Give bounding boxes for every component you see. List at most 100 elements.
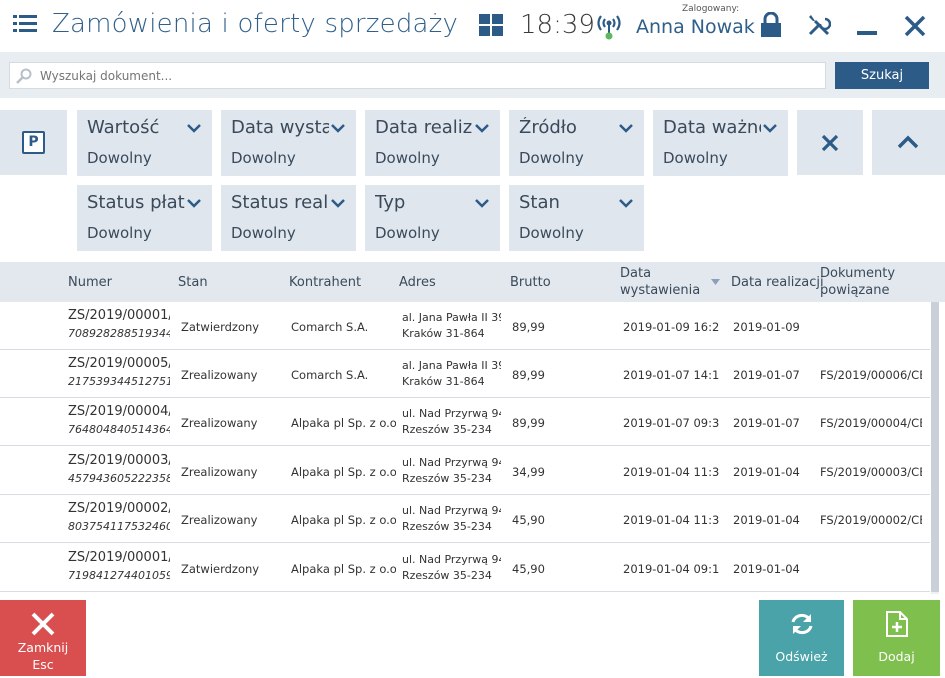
table-row[interactable]: ZS/2019/00001/CB_BMM 7089282885193447411… <box>0 302 930 350</box>
cell-numer: ZS/2019/00003/CB_BMM <box>68 453 170 468</box>
cell-stan: Zrealizowany <box>181 513 258 527</box>
chevron-down-icon <box>475 124 489 133</box>
chevron-down-icon <box>763 124 777 133</box>
cell-stan: Zrealizowany <box>181 416 258 430</box>
add-button[interactable]: Dodaj <box>853 600 940 676</box>
column-header-kontrahent[interactable]: Kontrahent <box>289 274 361 291</box>
filter-value: Dowolny <box>519 149 584 167</box>
add-document-icon <box>886 611 908 637</box>
filter-label: Stan <box>519 192 560 213</box>
column-header-line: wystawienia <box>620 283 701 298</box>
cell-kod: 2175393445127510711 <box>68 375 170 388</box>
search-button[interactable]: Szukaj <box>835 62 929 89</box>
cell-kontrahent: Alpaka pl Sp. z o.o. <box>291 465 396 479</box>
filter-wartosc[interactable]: Wartość Dowolny <box>77 110 212 176</box>
table-row[interactable]: ZS/2019/00002/CB_BMM 8037541175324609311… <box>0 495 930 543</box>
close-icon <box>821 134 839 152</box>
cell-data-wystawienia: 2019-01-04 11:30:15 <box>623 513 720 527</box>
lock-icon[interactable] <box>760 12 782 38</box>
cell-brutto: 45,90 <box>512 513 545 527</box>
cell-dokumenty: FS/2019/00006/CB_BMM <box>820 368 922 382</box>
cell-kontrahent: Alpaka pl Sp. z o.o. <box>291 513 396 527</box>
add-button-label: Dodaj <box>878 649 915 664</box>
column-header-dokumenty[interactable]: Dokumenty powiązane <box>820 265 895 299</box>
filter-zrodlo[interactable]: Źródło Dowolny <box>509 110 644 176</box>
filter-label: Wartość <box>87 117 160 138</box>
filter-value: Dowolny <box>231 149 296 167</box>
close-app-icon[interactable] <box>904 15 926 37</box>
filter-label: Data ważności <box>663 117 761 138</box>
filter-typ[interactable]: Typ Dowolny <box>365 185 500 251</box>
user-name: Anna Nowak <box>636 16 755 38</box>
refresh-button-label: Odśwież <box>775 649 828 664</box>
search-input[interactable] <box>9 62 826 89</box>
parking-icon: P <box>22 131 45 154</box>
cell-numer: ZS/2019/00002/CB_BMM <box>68 501 170 516</box>
filter-value: Dowolny <box>663 149 728 167</box>
tools-icon[interactable] <box>807 13 831 37</box>
parking-button[interactable]: P <box>0 110 67 175</box>
chevron-down-icon <box>331 199 345 208</box>
cell-stan: Zatwierdzony <box>181 320 260 334</box>
close-icon <box>31 612 55 636</box>
cell-numer: ZS/2019/00001/CB_BMM <box>68 550 170 565</box>
table-row[interactable]: ZS/2019/00003/CB_BMM 4579436052223580511… <box>0 447 930 495</box>
filter-data-waznosci[interactable]: Data ważności Dowolny <box>653 110 788 176</box>
column-header-line: powiązane <box>820 283 890 298</box>
column-header-stan[interactable]: Stan <box>178 274 208 291</box>
cell-adres-line2: Rzeszów 35-234 <box>402 423 492 436</box>
refresh-button[interactable]: Odśwież <box>759 600 844 676</box>
cell-kod: 7648048405143645611 <box>68 423 170 436</box>
cell-kontrahent: Comarch S.A. <box>291 368 369 382</box>
scrollbar-thumb[interactable] <box>931 302 939 592</box>
filter-value: Dowolny <box>231 224 296 242</box>
filter-status-realizacji[interactable]: Status realizacji Dowolny <box>221 185 356 251</box>
filter-stan[interactable]: Stan Dowolny <box>509 185 644 251</box>
menu-icon[interactable] <box>13 14 37 34</box>
clock: 18:39 <box>520 10 595 40</box>
filter-data-wystawienia[interactable]: Data wystawienia Dowolny <box>221 110 356 176</box>
search-field[interactable] <box>40 66 810 86</box>
cell-numer: ZS/2019/00005/CB_BMM <box>68 356 170 371</box>
logged-in-label: Zalogowany: <box>682 4 740 14</box>
minimize-icon[interactable] <box>857 31 877 35</box>
windows-grid-icon[interactable] <box>479 14 503 36</box>
filter-status-platnosci[interactable]: Status płatności Dowolny <box>77 185 212 251</box>
cell-adres-line1: ul. Nad Przyrwą 94 <box>402 456 501 469</box>
collapse-filters-button[interactable] <box>872 110 945 175</box>
search-icon <box>16 68 32 84</box>
cell-stan: Zrealizowany <box>181 465 258 479</box>
table-row[interactable]: ZS/2019/00004/CB_BMM 7648048405143645611… <box>0 398 930 446</box>
table-row[interactable]: ZS/2019/00005/CB_BMM 2175393445127510711… <box>0 350 930 398</box>
cell-data-realizacji: 2019-01-09 <box>733 320 800 334</box>
cell-stan: Zatwierdzony <box>181 562 260 576</box>
column-header-data-realizacji[interactable]: Data realizacji <box>731 274 824 291</box>
close-button[interactable]: Zamknij Esc <box>0 600 86 676</box>
cell-adres-line2: Kraków 31-864 <box>402 375 485 388</box>
filter-label: Data wystawienia <box>231 117 329 138</box>
clear-filters-button[interactable] <box>797 110 863 175</box>
column-header-data-wystawienia[interactable]: Data wystawienia <box>620 265 700 299</box>
chevron-down-icon <box>187 124 201 133</box>
column-header-numer[interactable]: Numer <box>68 274 112 291</box>
cell-data-wystawienia: 2019-01-07 09:38:37 <box>623 416 720 430</box>
cell-data-realizacji: 2019-01-07 <box>733 416 800 430</box>
cell-kod: 4579436052223580511 <box>68 472 170 485</box>
column-header-brutto[interactable]: Brutto <box>510 274 551 291</box>
chevron-down-icon <box>619 124 633 133</box>
cell-data-wystawienia: 2019-01-04 09:19:33 <box>623 562 720 576</box>
cell-kod: 8037541175324609311 <box>68 520 170 533</box>
cell-adres-line1: al. Jana Pawła II 39A <box>402 311 501 324</box>
column-header-adres[interactable]: Adres <box>399 274 436 291</box>
table-row[interactable]: ZS/2019/00001/CB_BMM 7198412744010597011… <box>0 544 930 592</box>
chevron-down-icon <box>331 124 345 133</box>
cell-dokumenty: FS/2019/00003/CB_BMM <box>820 465 922 479</box>
cell-adres-line1: al. Jana Pawła II 39A <box>402 359 501 372</box>
cell-data-realizacji: 2019-01-04 <box>733 562 800 576</box>
chevron-down-icon <box>187 199 201 208</box>
column-header-line: Dokumenty <box>820 266 896 281</box>
filter-data-realizacji[interactable]: Data realizacji Dowolny <box>365 110 500 176</box>
column-header-line: Data <box>620 266 652 281</box>
cell-data-wystawienia: 2019-01-09 16:23:49 <box>623 320 720 334</box>
cell-kontrahent: Alpaka pl Sp. z o.o. <box>291 562 396 576</box>
